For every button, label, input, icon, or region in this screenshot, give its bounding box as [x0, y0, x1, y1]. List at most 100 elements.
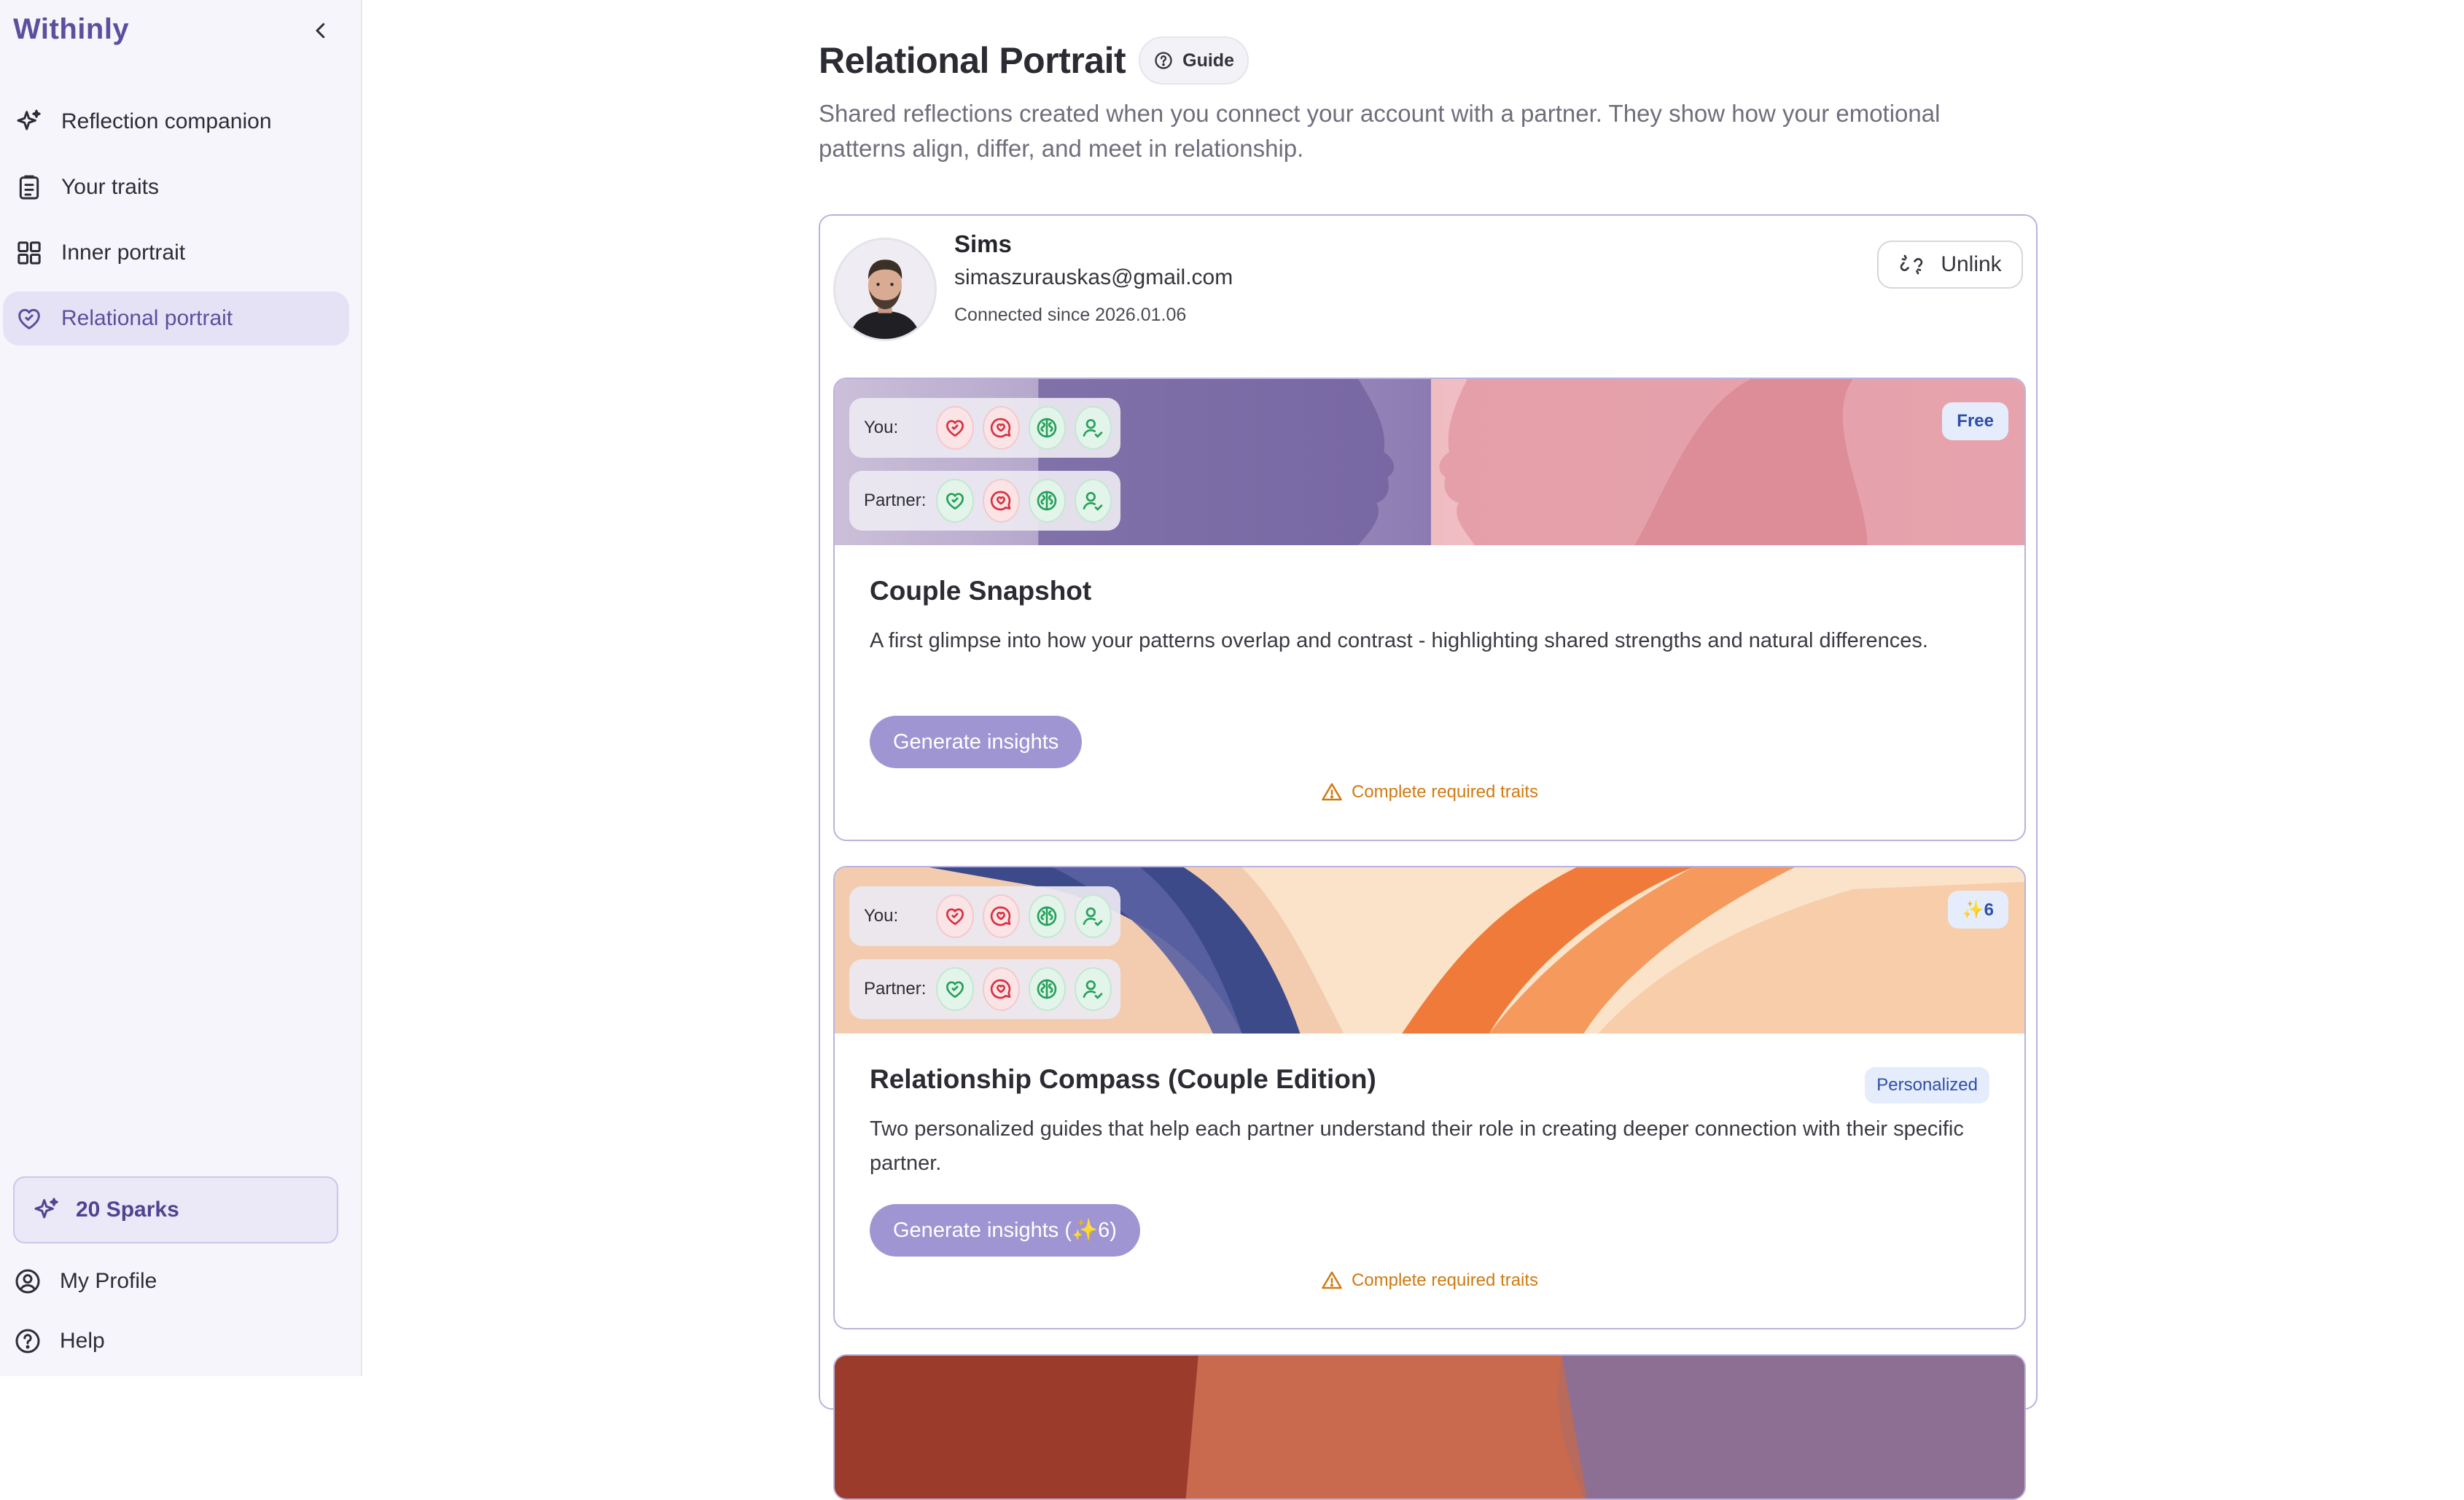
- trait-mind-badge[interactable]: [1028, 406, 1066, 450]
- sidebar-item-your-traits[interactable]: Your traits: [3, 160, 349, 214]
- unlink-icon: [1900, 254, 1923, 275]
- sidebar-nav: Reflection companion Your traits Inner p…: [0, 95, 362, 357]
- partner-traits-row: Partner:: [849, 959, 1120, 1019]
- brain-icon: [1037, 979, 1057, 999]
- trait-communication-badge[interactable]: [982, 406, 1020, 450]
- brain-icon: [1037, 418, 1057, 438]
- next-card-partial: [833, 1354, 2026, 1500]
- trait-self-badge[interactable]: [1074, 967, 1112, 1011]
- sidebar: Withinly Reflection companion Your trait…: [0, 0, 362, 1376]
- guide-label: Guide: [1182, 50, 1234, 71]
- trait-emotion-badge[interactable]: [936, 406, 974, 450]
- chevron-left-icon: [316, 23, 325, 39]
- warning-label: Complete required traits: [1351, 1270, 1539, 1290]
- user-check-icon: [1083, 980, 1103, 999]
- trait-mind-badge[interactable]: [1028, 479, 1066, 523]
- brain-icon: [1037, 906, 1057, 926]
- chat-heart-icon: [990, 491, 1011, 511]
- you-label: You:: [864, 906, 899, 926]
- warning-label: Complete required traits: [1351, 782, 1539, 802]
- warning-triangle-icon: [1322, 1271, 1342, 1289]
- trait-emotion-badge[interactable]: [936, 967, 974, 1011]
- chat-heart-icon: [990, 418, 1011, 438]
- sidebar-item-reflection-companion[interactable]: Reflection companion: [3, 95, 349, 149]
- user-check-icon: [1083, 419, 1103, 438]
- sidebar-item-label: Inner portrait: [61, 241, 186, 265]
- user-check-icon: [1083, 907, 1103, 926]
- partner-avatar: [833, 238, 937, 341]
- help-circle-icon: [1155, 52, 1172, 69]
- avatar-illustration: [835, 240, 935, 339]
- trait-mind-badge[interactable]: [1028, 967, 1066, 1011]
- page-title: Relational Portrait: [819, 40, 1126, 81]
- partner-email: simaszurauskas@gmail.com: [954, 265, 1233, 289]
- warning-triangle-icon: [1322, 783, 1342, 801]
- clipboard-icon: [19, 175, 39, 200]
- card-banner-partial: [835, 1356, 2024, 1499]
- brand-logo[interactable]: Withinly: [13, 13, 129, 46]
- sparks-button[interactable]: 20 Sparks: [13, 1176, 338, 1243]
- you-label: You:: [864, 418, 899, 437]
- unlink-button[interactable]: Unlink: [1877, 241, 2023, 289]
- partner-connected-since: Connected since 2026.01.06: [954, 305, 1187, 325]
- card-description: Two personalized guides that help each p…: [870, 1117, 1964, 1175]
- sidebar-item-label: Relational portrait: [61, 306, 233, 330]
- partner-panel: Sims simaszurauskas@gmail.com Connected …: [819, 214, 2038, 1500]
- brain-icon: [1037, 491, 1057, 511]
- user-circle-icon: [15, 1269, 40, 1294]
- sidebar-item-label: Your traits: [61, 175, 159, 199]
- sparks-label: 20 Sparks: [76, 1198, 179, 1222]
- chat-heart-icon: [990, 979, 1011, 999]
- collapse-sidebar-button[interactable]: [306, 16, 335, 45]
- my-profile-link[interactable]: My Profile: [13, 1267, 157, 1296]
- card-title: Relationship Compass (Couple Edition): [870, 1064, 1376, 1094]
- card-title: Couple Snapshot: [870, 576, 1092, 606]
- trait-self-badge[interactable]: [1074, 479, 1112, 523]
- chat-heart-icon: [990, 906, 1011, 926]
- card-description: A first glimpse into how your patterns o…: [870, 629, 1928, 652]
- page-subtitle: Shared reflections created when you conn…: [819, 100, 1941, 162]
- sidebar-item-label: Reflection companion: [61, 109, 272, 133]
- trait-mind-badge[interactable]: [1028, 894, 1066, 938]
- unlink-label: Unlink: [1941, 252, 2002, 276]
- couple-snapshot-card: You: Partner: Free Couple Snapshot A fir…: [833, 378, 2026, 841]
- sidebar-item-inner-portrait[interactable]: Inner portrait: [3, 226, 349, 280]
- trait-self-badge[interactable]: [1074, 406, 1112, 450]
- partner-label: Partner:: [864, 491, 927, 510]
- user-check-icon: [1083, 492, 1103, 511]
- you-traits-row: You:: [849, 886, 1120, 946]
- grid-icon: [17, 241, 41, 265]
- sparkles-icon: [34, 1198, 58, 1219]
- partner-traits-row: Partner:: [849, 471, 1120, 531]
- heart-icon: [946, 908, 964, 925]
- free-badge: Free: [1942, 402, 2008, 440]
- my-profile-label: My Profile: [60, 1269, 157, 1293]
- help-link[interactable]: Help: [13, 1327, 105, 1356]
- guide-button[interactable]: Guide: [1139, 36, 1249, 85]
- help-circle-icon: [15, 1329, 40, 1353]
- trait-communication-badge[interactable]: [982, 894, 1020, 938]
- you-traits-row: You:: [849, 398, 1120, 458]
- trait-communication-badge[interactable]: [982, 479, 1020, 523]
- title-row: Relational Portrait Guide: [819, 36, 1249, 85]
- heart-icon: [946, 981, 964, 998]
- help-label: Help: [60, 1329, 105, 1353]
- partner-name: Sims: [954, 230, 1012, 257]
- sparkles-icon: [17, 109, 41, 130]
- trait-communication-badge[interactable]: [982, 967, 1020, 1011]
- partner-label: Partner:: [864, 979, 927, 999]
- trait-self-badge[interactable]: [1074, 894, 1112, 938]
- heart-icon: [946, 493, 964, 509]
- generate-insights-button[interactable]: Generate insights: [870, 716, 1083, 768]
- complete-traits-warning: Complete required traits: [835, 781, 2024, 803]
- trait-emotion-badge[interactable]: [936, 894, 974, 938]
- personalized-badge: Personalized: [1865, 1067, 1989, 1103]
- generate-insights-button[interactable]: Generate insights (✨6): [870, 1204, 1140, 1257]
- complete-traits-warning: Complete required traits: [835, 1270, 2024, 1292]
- sparks-cost-badge: ✨6: [1947, 891, 2008, 929]
- relationship-compass-card: You: Partner: ✨6 Relationship Compass (C…: [833, 866, 2026, 1329]
- sidebar-item-relational-portrait[interactable]: Relational portrait: [3, 292, 349, 345]
- heart-icon: [946, 420, 964, 437]
- trait-emotion-badge[interactable]: [936, 479, 974, 523]
- hearts-icon: [18, 308, 40, 329]
